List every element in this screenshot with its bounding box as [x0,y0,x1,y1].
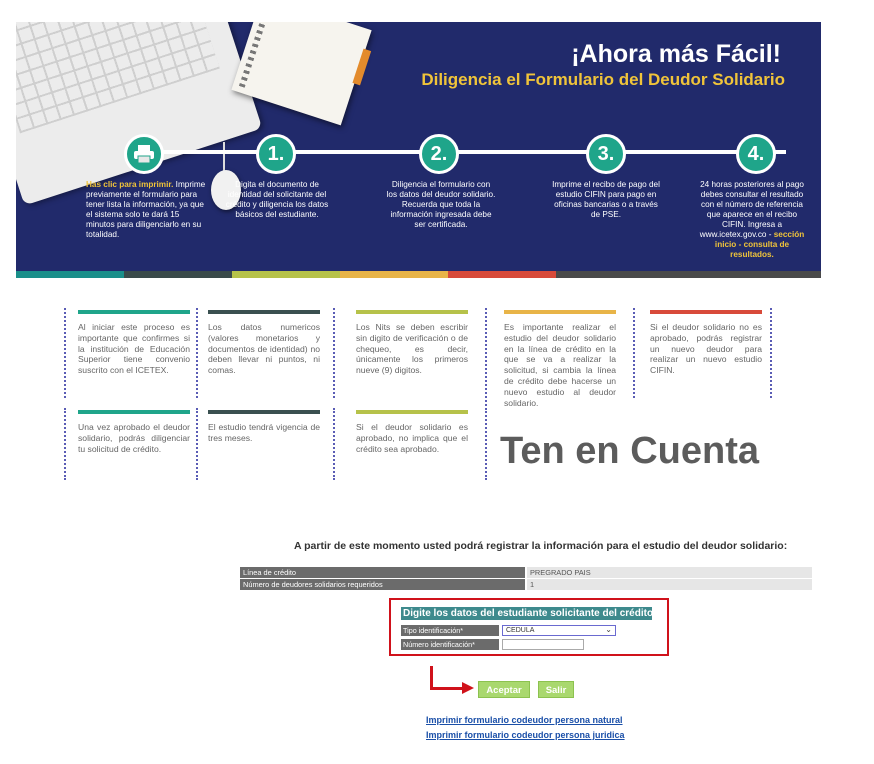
color-bar-segment [124,271,232,278]
tip-separator [485,408,487,480]
color-bar-segment [340,271,448,278]
tip-separator [196,308,198,398]
tip-separator [770,308,772,398]
tip-separator [633,308,635,398]
id-type-value: CEDULA [506,627,535,634]
print-legal-person-link[interactable]: Imprimir formulario codeudor persona jur… [426,730,625,740]
tip-separator [333,308,335,398]
banner-title: ¡Ahora más Fácil! [571,40,781,68]
banner: ¡Ahora más Fácil! Diligencia el Formular… [16,22,821,278]
ten-en-cuenta-heading: Ten en Cuenta [500,430,759,472]
tip-box: Si el deudor solidario no es aprobado, p… [650,310,762,376]
step-3-number: 3. [586,134,626,174]
tip-separator [64,308,66,398]
tip-box: El estudio tendrá vigencia de tres meses… [208,410,320,444]
id-number-input[interactable] [502,639,584,650]
step-2-number: 2. [419,134,459,174]
tip-separator [333,408,335,480]
credit-line-label: Línea de crédito [240,567,525,578]
tip-separator [196,408,198,480]
mouse-cable [223,142,225,172]
step-1-text: Digita el documento de identidad del sol… [225,180,329,219]
tip-box: Los Nits se deben escribir sin digito de… [356,310,468,376]
print-natural-person-link[interactable]: Imprimir formulario codeudor persona nat… [426,715,623,725]
tip-separator [64,408,66,480]
required-codebtors-value: 1 [527,579,812,590]
tip-box: Una vez aprobado el deudor solidario, po… [78,410,190,454]
accept-button[interactable]: Aceptar [478,681,530,698]
step-4-number: 4. [736,134,776,174]
arrow-head-icon [462,682,474,694]
id-number-label: Número identificación* [401,639,499,650]
step-1-number: 1. [256,134,296,174]
banner-subtitle: Diligencia el Formulario del Deudor Soli… [421,70,785,89]
tip-box: Si el deudor solidario es aprobado, no i… [356,410,468,454]
id-type-select[interactable]: CEDULA ⌄ [502,625,616,636]
exit-button[interactable]: Salir [538,681,574,698]
color-bar-segment [448,271,556,278]
id-type-label: Tipo identificación* [401,625,499,636]
credit-line-value: PREGRADO PAIS [527,567,812,578]
steps-timeline [136,150,786,154]
chevron-down-icon: ⌄ [605,625,612,634]
tip-box: Los datos numericos (valores monetarios … [208,310,320,376]
form-intro: A partir de este momento usted podrá reg… [294,540,788,552]
color-bar-segment [16,271,124,278]
color-bar-segment [232,271,340,278]
step-2-text: Diligencia el formulario con los datos d… [386,180,496,229]
credit-line-row: Línea de crédito PREGRADO PAIS [240,567,812,578]
student-section-title: Digite los datos del estudiante solicita… [401,607,654,620]
printer-icon[interactable] [124,134,164,174]
color-bar-segment [556,271,821,278]
annotation-arrow [430,687,464,690]
step-4-text: 24 horas posteriores al pago debes consu… [699,180,805,259]
tip-box: Al iniciar este proceso es importante qu… [78,310,190,376]
required-codebtors-row: Número de deudores solidarios requeridos… [240,579,812,590]
tip-separator [485,308,487,406]
tip-box: Es importante realizar el estudio del de… [504,310,616,408]
step-0-text: Has clic para imprimir. Imprime previame… [86,180,206,239]
required-codebtors-label: Número de deudores solidarios requeridos [240,579,525,590]
step-3-text: Imprime el recibo de pago del estudio CI… [552,180,660,219]
